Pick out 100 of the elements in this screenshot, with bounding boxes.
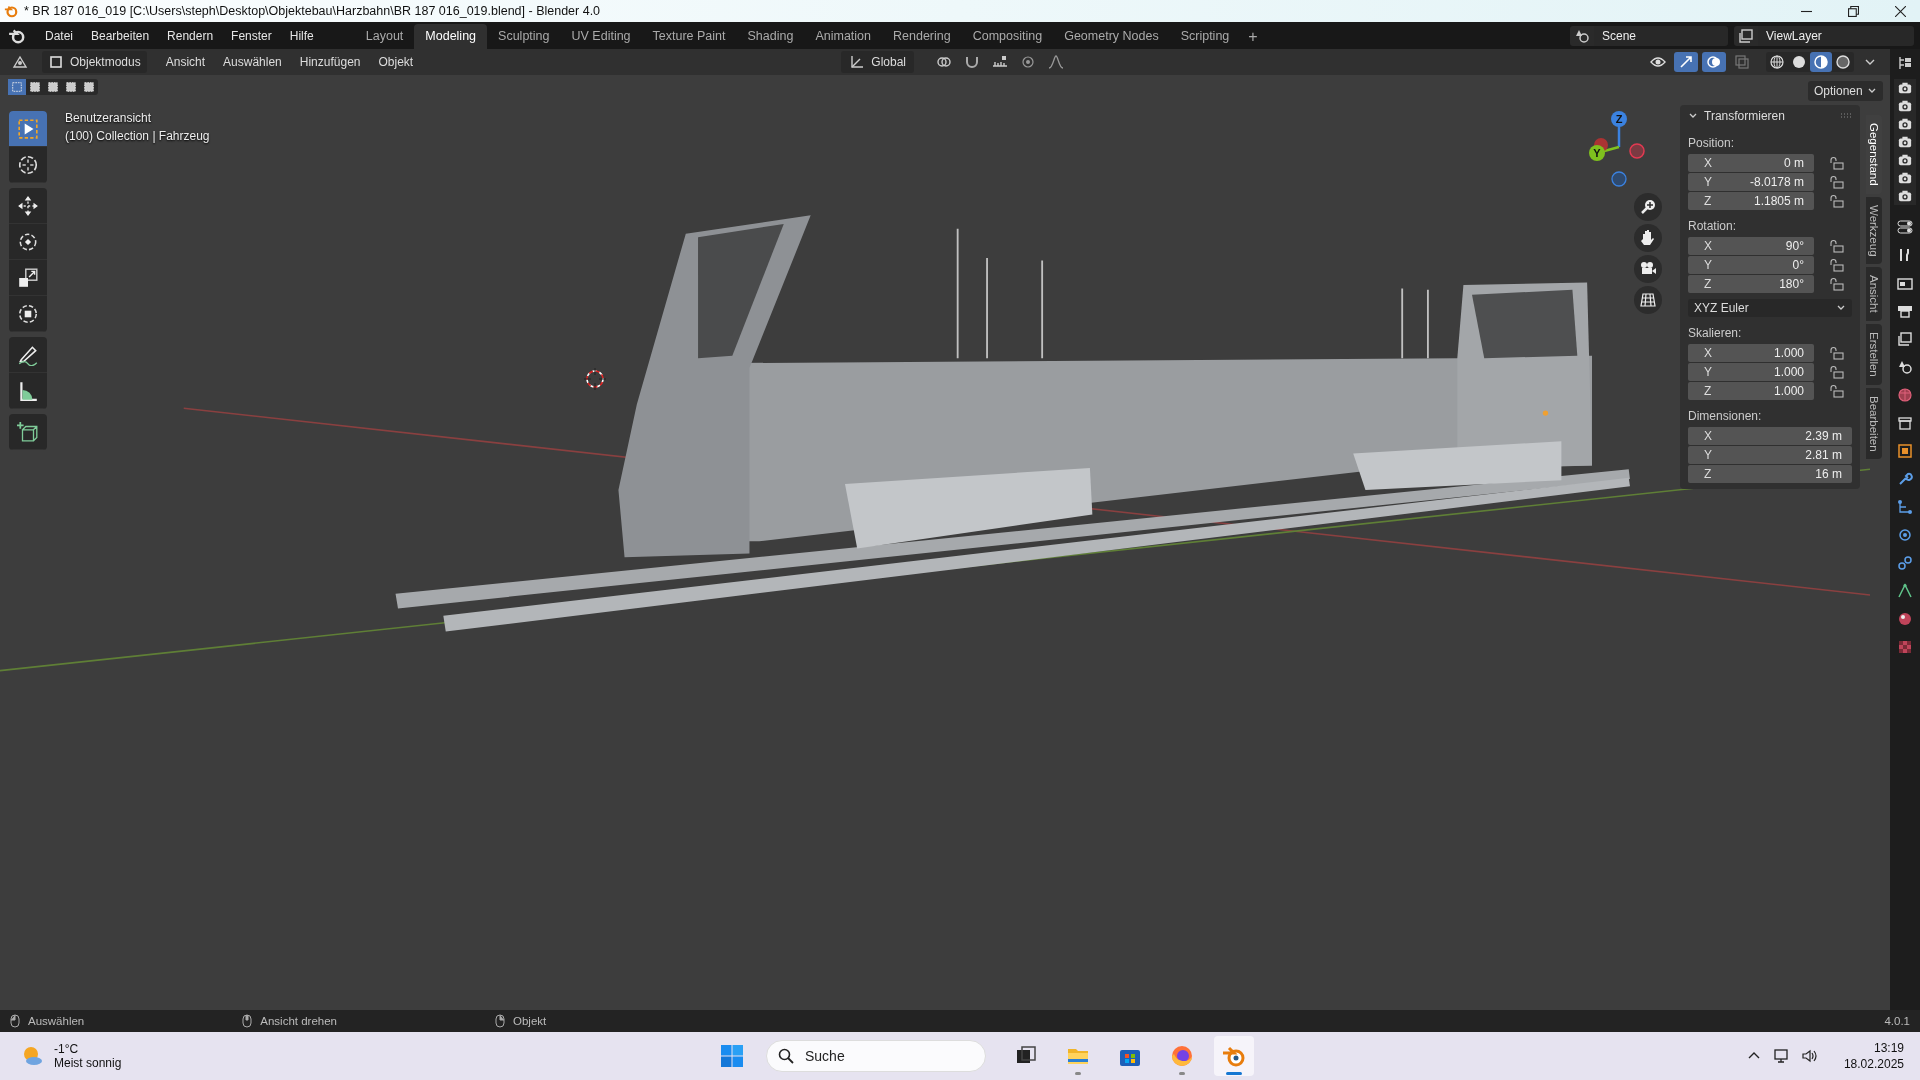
globe-icon[interactable] — [1897, 387, 1913, 403]
camera-icon[interactable] — [1898, 189, 1912, 203]
tool-button[interactable] — [9, 111, 47, 147]
search-field[interactable]: Suche — [766, 1040, 986, 1072]
close-icon[interactable] — [1895, 5, 1906, 17]
number-field[interactable]: X 1.000 — [1688, 344, 1814, 362]
header-menu-item[interactable]: Auswählen — [216, 55, 289, 69]
lock-icon[interactable] — [1830, 156, 1844, 170]
number-field[interactable]: Z 16 m — [1688, 465, 1852, 483]
clock-time[interactable]: 13:19 — [1873, 1041, 1904, 1055]
number-field[interactable]: Z 1.1805 m — [1688, 192, 1814, 210]
scene-name-field[interactable]: Scene — [1594, 25, 1728, 46]
lock-icon[interactable] — [1830, 175, 1844, 189]
number-field[interactable]: Y 1.000 — [1688, 363, 1814, 381]
monitor-icon[interactable] — [1773, 1048, 1790, 1064]
sidebar-tab[interactable]: Ansicht — [1866, 267, 1882, 321]
lock-icon[interactable] — [1830, 384, 1844, 398]
lock-icon[interactable] — [1830, 194, 1844, 208]
toggle-icon[interactable] — [1897, 219, 1913, 235]
nodes-icon[interactable] — [1897, 499, 1913, 515]
view-layer-selector[interactable] — [1734, 25, 1758, 46]
camera-icon[interactable] — [1898, 117, 1912, 131]
options-dropdown[interactable]: Optionen — [1808, 81, 1883, 101]
lock-icon[interactable] — [1830, 258, 1844, 272]
camera-icon[interactable] — [1898, 171, 1912, 185]
number-field[interactable]: Y 2.81 m — [1688, 446, 1852, 464]
camera-icon[interactable] — [1634, 255, 1662, 283]
camera-icon[interactable] — [1898, 99, 1912, 113]
workspace-tab[interactable]: Rendering — [882, 24, 962, 49]
vertices-icon[interactable] — [1897, 583, 1913, 599]
number-field[interactable]: Y 0° — [1688, 256, 1814, 274]
overlay-toggle-icon[interactable] — [1702, 52, 1726, 72]
weather-label[interactable]: Meist sonnig — [54, 1056, 122, 1070]
temperature-label[interactable]: -1°C — [54, 1042, 122, 1056]
header-menu-item[interactable]: Objekt — [371, 55, 421, 69]
checker-icon[interactable] — [1897, 639, 1913, 655]
zoom-icon[interactable] — [1634, 193, 1662, 221]
menu-item[interactable]: Fenster — [222, 28, 281, 43]
workspace-tab[interactable]: Texture Paint — [641, 24, 737, 49]
orientation-dropdown[interactable]: Global — [841, 51, 914, 73]
sphere-icon[interactable] — [1897, 611, 1913, 627]
menu-item[interactable]: Rendern — [158, 28, 223, 43]
header-menu-item[interactable]: Hinzufügen — [292, 55, 368, 69]
workspace-tab[interactable]: UV Editing — [560, 24, 642, 49]
speaker-icon[interactable] — [1801, 1048, 1818, 1064]
archive-box-icon[interactable] — [1897, 415, 1913, 431]
lock-icon[interactable] — [1830, 239, 1844, 253]
section-label: Position: — [1688, 136, 1736, 150]
workspace-tab[interactable]: Animation — [804, 24, 882, 49]
workspace-tab[interactable]: Layout — [354, 24, 415, 49]
number-field[interactable]: X 2.39 m — [1688, 427, 1852, 445]
view-layer-name-field[interactable]: ViewLayer — [1758, 25, 1914, 46]
panel-title[interactable]: Transformieren — [1704, 109, 1785, 123]
number-field[interactable]: X 0 m — [1688, 154, 1814, 172]
sidebar-tab[interactable]: Bearbeiten — [1866, 387, 1882, 460]
rotation-mode-dropdown[interactable]: XYZ Euler — [1688, 299, 1852, 317]
outliner-icon[interactable] — [1897, 55, 1913, 71]
y-axis-label[interactable]: Y — [1589, 145, 1605, 161]
workspace-tab[interactable]: Geometry Nodes — [1053, 24, 1170, 49]
wrench-icon[interactable] — [1897, 471, 1913, 487]
orbit-icon[interactable] — [1897, 527, 1913, 543]
camera-icon[interactable] — [1898, 153, 1912, 167]
sidebar-tab[interactable]: Erstellen — [1866, 323, 1882, 385]
workspace-tab[interactable]: Sculpting — [487, 24, 561, 49]
image-stack-icon[interactable] — [1897, 331, 1913, 347]
menu-item[interactable]: Datei — [36, 28, 82, 43]
lock-icon[interactable] — [1830, 346, 1844, 360]
lock-icon[interactable] — [1830, 365, 1844, 379]
camera-icon[interactable] — [1898, 81, 1912, 95]
z-axis-label[interactable]: Z — [1611, 111, 1627, 127]
grid-icon[interactable] — [1634, 286, 1662, 314]
scene-selector[interactable] — [1570, 25, 1594, 46]
number-field[interactable]: X 90° — [1688, 237, 1814, 255]
menu-item[interactable]: Bearbeiten — [82, 28, 159, 43]
clock-date[interactable]: 18.02.2025 — [1843, 1057, 1904, 1071]
number-field[interactable]: Y -8.0178 m — [1688, 173, 1814, 191]
menu-item[interactable]: Hilfe — [280, 28, 323, 43]
mode-dropdown[interactable]: Objektmodus — [42, 51, 147, 73]
workspace-tab[interactable]: Compositing — [961, 24, 1054, 49]
drag-handle-icon[interactable] — [1840, 113, 1852, 119]
workspace-tab[interactable]: Shading — [736, 24, 805, 49]
square-icon[interactable] — [1897, 443, 1913, 459]
number-field[interactable]: Z 1.000 — [1688, 382, 1814, 400]
add-workspace-button[interactable]: + — [1240, 26, 1266, 49]
cone-sphere-icon[interactable] — [1897, 359, 1913, 375]
header-menu-item[interactable]: Ansicht — [158, 55, 213, 69]
workspace-tab[interactable]: Scripting — [1169, 24, 1241, 49]
printer-icon[interactable] — [1897, 303, 1913, 319]
maximize-icon[interactable] — [1848, 5, 1859, 17]
workspace-tab[interactable]: Modeling — [414, 24, 488, 49]
hand-icon[interactable] — [1634, 224, 1662, 252]
camera-icon[interactable] — [1898, 135, 1912, 149]
gizmo-toggle-icon[interactable] — [1674, 52, 1698, 72]
link-icon[interactable] — [1897, 555, 1913, 571]
sidebar-tab[interactable]: Werkzeug — [1866, 196, 1882, 265]
number-field[interactable]: Z 180° — [1688, 275, 1814, 293]
start-icon[interactable] — [720, 1044, 744, 1068]
lock-icon[interactable] — [1830, 277, 1844, 291]
shading-mode-button[interactable] — [1810, 52, 1832, 72]
camera-back-icon[interactable] — [1897, 275, 1913, 291]
